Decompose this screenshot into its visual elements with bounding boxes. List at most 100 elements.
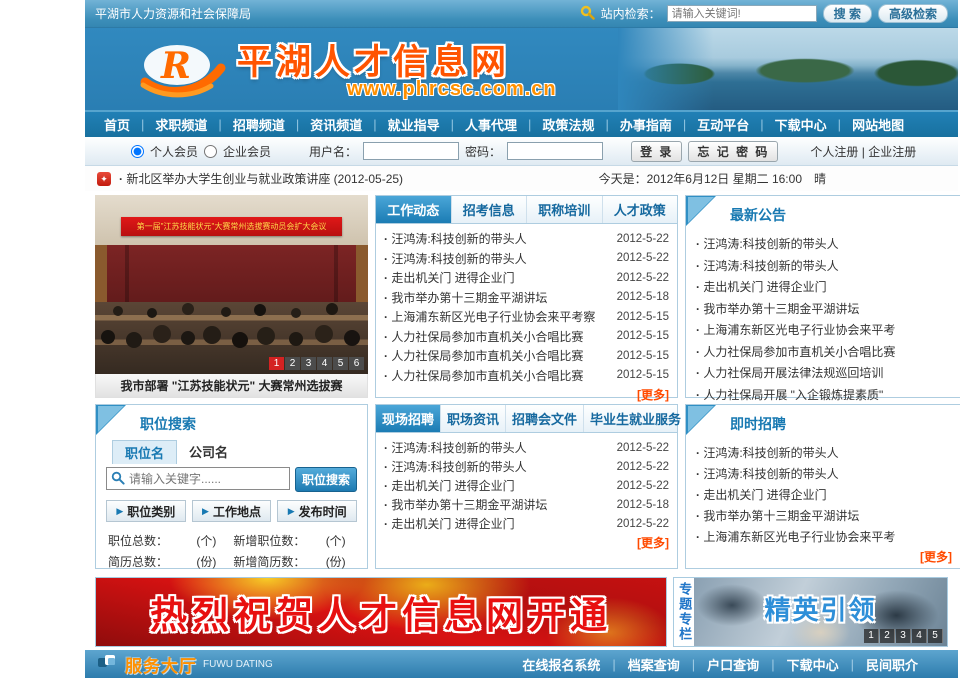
site-url[interactable]: www.phrcsc.com.cn bbox=[347, 78, 557, 101]
news-link[interactable]: 走出机关门 进得企业门 bbox=[384, 477, 613, 494]
celebration-banner[interactable]: 热烈祝贺人才信息网开通 bbox=[95, 577, 667, 647]
company-register-link[interactable]: 企业注册 bbox=[868, 145, 916, 159]
nav-item-jobseek[interactable]: 求职频道 bbox=[144, 115, 218, 134]
filter-job-category[interactable]: ▶职位类别 bbox=[106, 500, 186, 522]
recruit-link[interactable]: 上海浦东新区光电子行业协会来平考 bbox=[696, 528, 952, 545]
password-input[interactable] bbox=[507, 142, 603, 160]
personal-member-radio[interactable] bbox=[131, 145, 144, 158]
tab-graduate-service[interactable]: 毕业生就业服务 bbox=[584, 405, 687, 432]
link-archive-query[interactable]: 档案查询 bbox=[616, 655, 692, 674]
nav-item-policy[interactable]: 政策法规 bbox=[531, 115, 605, 134]
job-search-button[interactable]: 职位搜索 bbox=[295, 467, 357, 492]
tab-work-news[interactable]: 工作动态 bbox=[376, 196, 452, 223]
nav-item-hr-agency[interactable]: 人事代理 bbox=[454, 115, 528, 134]
recruit-link[interactable]: 汪鸿涛:科技创新的带头人 bbox=[696, 465, 952, 482]
company-member-radio[interactable] bbox=[204, 145, 217, 158]
recruit-link[interactable]: 汪鸿涛:科技创新的带头人 bbox=[696, 444, 952, 461]
photo-page-3[interactable]: 3 bbox=[301, 357, 316, 370]
forgot-password-button[interactable]: 忘 记 密 码 bbox=[688, 141, 778, 162]
job-keyword-input[interactable] bbox=[106, 467, 290, 490]
nav-item-news[interactable]: 资讯频道 bbox=[299, 115, 373, 134]
link-online-registration[interactable]: 在线报名系统 bbox=[510, 655, 612, 674]
elite-page-1[interactable]: 1 bbox=[864, 629, 879, 643]
news-date: 2012-5-18 bbox=[617, 291, 669, 303]
elite-banner-photo[interactable]: 精英引领 1 2 3 4 5 bbox=[694, 578, 947, 646]
ticker-news-link[interactable]: 新北区举办大学生创业与就业政策讲座 (2012-05-25) bbox=[119, 170, 403, 187]
more-link[interactable]: [更多] bbox=[686, 547, 960, 565]
more-link[interactable]: [更多] bbox=[376, 385, 677, 403]
search-button[interactable]: 搜 索 bbox=[823, 4, 872, 23]
link-hukou-query[interactable]: 户口查询 bbox=[695, 655, 771, 674]
filter-post-time[interactable]: ▶发布时间 bbox=[277, 500, 357, 522]
list-item: 人力社保局参加市直机关小合唱比赛 bbox=[696, 341, 952, 363]
news-date: 2012-5-22 bbox=[617, 518, 669, 530]
elite-page-3[interactable]: 3 bbox=[896, 629, 911, 643]
service-hall-subtitle: FUWU DATING bbox=[203, 659, 273, 670]
nav-item-download[interactable]: 下载中心 bbox=[764, 115, 838, 134]
nav-item-recruit[interactable]: 招聘频道 bbox=[222, 115, 296, 134]
announcement-link[interactable]: 走出机关门 进得企业门 bbox=[696, 278, 952, 295]
company-member-label[interactable]: 企业会员 bbox=[223, 143, 271, 160]
news-link[interactable]: 汪鸿涛:科技创新的带头人 bbox=[384, 230, 613, 247]
announcement-link[interactable]: 上海浦东新区光电子行业协会来平考 bbox=[696, 321, 952, 338]
announcement-link[interactable]: 汪鸿涛:科技创新的带头人 bbox=[696, 235, 952, 252]
news-link[interactable]: 人力社保局参加市直机关小合唱比赛 bbox=[384, 367, 613, 384]
filter-work-location[interactable]: ▶工作地点 bbox=[192, 500, 272, 522]
list-item: 人力社保局参加市直机关小合唱比赛2012-5-15 bbox=[384, 346, 669, 366]
elite-page-4[interactable]: 4 bbox=[912, 629, 927, 643]
announcement-link[interactable]: 人力社保局参加市直机关小合唱比赛 bbox=[696, 343, 952, 360]
announcement-link[interactable]: 人力社保局开展 "入企锻炼提素质" bbox=[696, 386, 952, 403]
photo-page-2[interactable]: 2 bbox=[285, 357, 300, 370]
photo-page-4[interactable]: 4 bbox=[317, 357, 332, 370]
site-search-input[interactable] bbox=[667, 5, 817, 22]
nav-item-guidance[interactable]: 就业指导 bbox=[377, 115, 451, 134]
more-link[interactable]: [更多] bbox=[376, 533, 677, 551]
announcement-link[interactable]: 人力社保局开展法律法规巡回培训 bbox=[696, 364, 952, 381]
nav-item-sitemap[interactable]: 网站地图 bbox=[841, 115, 915, 134]
recruit-tabs: 现场招聘 职场资讯 招聘会文件 毕业生就业服务 bbox=[376, 405, 677, 433]
photo-slider[interactable]: 第一届"江苏技能状元"大赛常州选拔赛动员会扩大会议 1 2 3 4 5 6 我市… bbox=[95, 195, 368, 398]
username-input[interactable] bbox=[363, 142, 459, 160]
tab-exam-info[interactable]: 招考信息 bbox=[452, 196, 528, 223]
news-link[interactable]: 我市举办第十三期金平湖讲坛 bbox=[384, 496, 613, 513]
announcement-link[interactable]: 我市举办第十三期金平湖讲坛 bbox=[696, 300, 952, 317]
nav-item-service-guide[interactable]: 办事指南 bbox=[609, 115, 683, 134]
announcement-link[interactable]: 汪鸿涛:科技创新的带头人 bbox=[696, 257, 952, 274]
service-hall-title: 服务大厅 bbox=[125, 652, 197, 677]
news-link[interactable]: 汪鸿涛:科技创新的带头人 bbox=[384, 458, 613, 475]
photo-page-6[interactable]: 6 bbox=[349, 357, 364, 370]
link-download-center[interactable]: 下载中心 bbox=[775, 655, 851, 674]
news-link[interactable]: 走出机关门 进得企业门 bbox=[384, 269, 613, 286]
tab-talent-policy[interactable]: 人才政策 bbox=[603, 196, 678, 223]
elite-page-5[interactable]: 5 bbox=[928, 629, 943, 643]
news-link[interactable]: 人力社保局参加市直机关小合唱比赛 bbox=[384, 328, 613, 345]
photo-caption[interactable]: 我市部署 "江苏技能状元" 大赛常州选拔赛 bbox=[95, 374, 368, 398]
news-link[interactable]: 汪鸿涛:科技创新的带头人 bbox=[384, 250, 613, 267]
personal-register-link[interactable]: 个人注册 bbox=[810, 145, 858, 159]
news-link[interactable]: 汪鸿涛:科技创新的带头人 bbox=[384, 439, 613, 456]
personal-member-label[interactable]: 个人会员 bbox=[150, 143, 198, 160]
tab-company-name[interactable]: 公司名 bbox=[177, 440, 240, 464]
photo-page-1[interactable]: 1 bbox=[269, 357, 284, 370]
link-private-agency[interactable]: 民间职介 bbox=[854, 655, 930, 674]
tab-jobfair-files[interactable]: 招聘会文件 bbox=[506, 405, 584, 432]
tab-onsite-recruit[interactable]: 现场招聘 bbox=[376, 405, 441, 432]
news-link[interactable]: 上海浦东新区光电子行业协会来平考察 bbox=[384, 308, 613, 325]
recruit-link[interactable]: 走出机关门 进得企业门 bbox=[696, 486, 952, 503]
nav-item-interaction[interactable]: 互动平台 bbox=[686, 115, 760, 134]
nav-item-home[interactable]: 首页 bbox=[93, 115, 141, 134]
top-utility-bar: 平湖市人力资源和社会保障局 站内检索： 搜 索 高级检索 bbox=[85, 0, 958, 28]
advanced-search-button[interactable]: 高级检索 bbox=[878, 4, 948, 23]
tab-career-news[interactable]: 职场资讯 bbox=[441, 405, 506, 432]
conference-photo[interactable]: 第一届"江苏技能状元"大赛常州选拔赛动员会扩大会议 1 2 3 4 5 6 bbox=[95, 195, 368, 374]
news-link[interactable]: 走出机关门 进得企业门 bbox=[384, 515, 613, 532]
search-icon bbox=[111, 471, 125, 490]
news-link[interactable]: 人力社保局参加市直机关小合唱比赛 bbox=[384, 347, 613, 364]
elite-page-2[interactable]: 2 bbox=[880, 629, 895, 643]
login-button[interactable]: 登 录 bbox=[631, 141, 682, 162]
news-link[interactable]: 我市举办第十三期金平湖讲坛 bbox=[384, 289, 613, 306]
tab-title-training[interactable]: 职称培训 bbox=[527, 196, 603, 223]
photo-page-5[interactable]: 5 bbox=[333, 357, 348, 370]
tab-position-name[interactable]: 职位名 bbox=[112, 440, 177, 464]
recruit-link[interactable]: 我市举办第十三期金平湖讲坛 bbox=[696, 507, 952, 524]
